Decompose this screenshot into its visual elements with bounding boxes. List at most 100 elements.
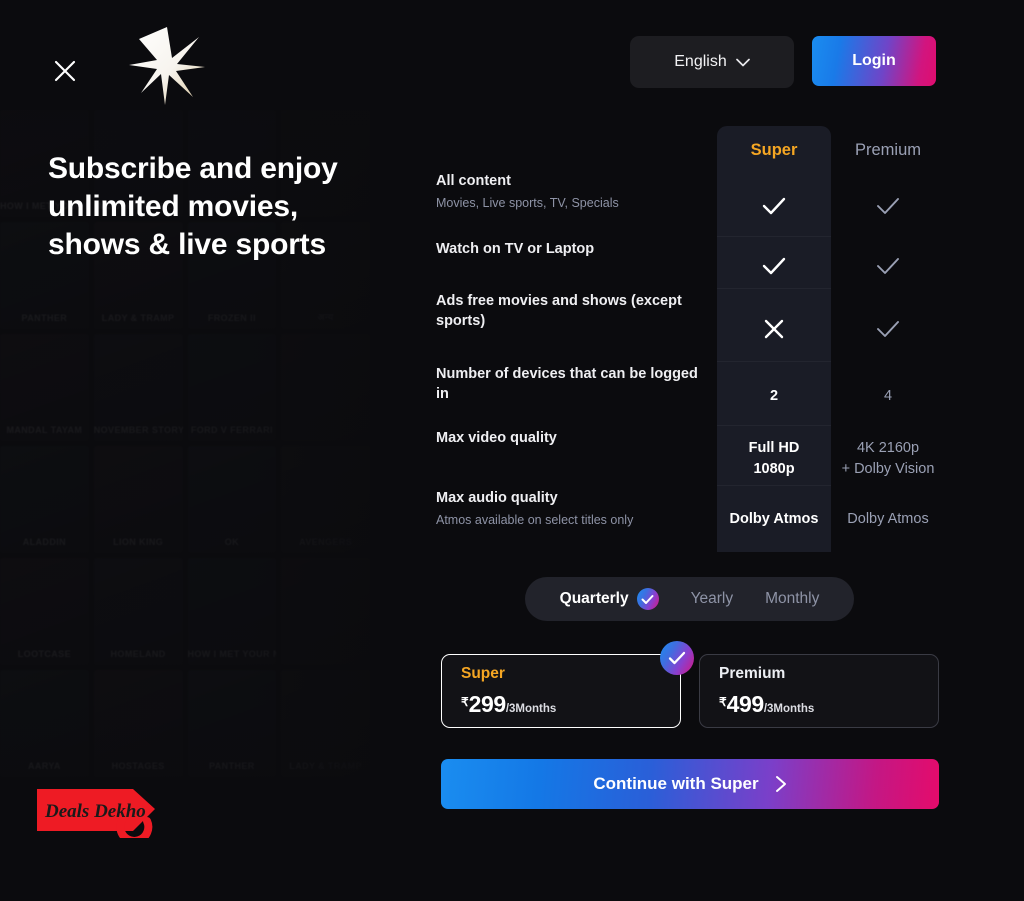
poster-title: OK (224, 537, 240, 547)
cell-premium-row-4: 4K 2160p + Dolby Vision (831, 429, 945, 489)
cell-premium-row-2 (831, 292, 945, 365)
check-icon (877, 258, 899, 274)
close-button[interactable] (48, 54, 82, 88)
cell-premium-row-4-line2: + Dolby Vision (841, 461, 935, 477)
check-circle-icon (636, 588, 659, 610)
feature-title: All content (436, 173, 511, 189)
feature-label-5: Max audio quality Atmos available on sele… (436, 489, 717, 528)
poster-thumbnail (281, 334, 370, 441)
comparison-header-row: Super Premium (436, 130, 956, 172)
poster-title: HOSTAGES (111, 761, 165, 771)
plan-cards: Super ₹299/3Months Premium ₹499/3Months (441, 641, 939, 728)
cell-super-row-4: Full HD 1080p (717, 429, 831, 489)
poster-thumbnail: LOOTCASE (0, 558, 89, 665)
cell-premium-row-3-line1: 4 (883, 388, 893, 405)
feature-title: Max video quality (436, 430, 557, 446)
plan-period: /3Months (505, 702, 557, 715)
feature-label-1: Watch on TV or Laptop (436, 240, 717, 260)
poster-thumbnail: LADY & TRAMP (281, 670, 370, 777)
currency-symbol: ₹ (461, 694, 469, 709)
cell-premium-row-1 (831, 240, 945, 292)
poster-title: ALADDIN (22, 537, 67, 547)
plan-card-premium[interactable]: Premium ₹499/3Months (699, 654, 939, 728)
poster-title: HOMELAND (110, 649, 166, 659)
billing-option-label: Monthly (765, 590, 820, 607)
continue-button[interactable]: Continue with Super (441, 759, 939, 809)
plan-name: Super (461, 665, 505, 682)
plan-amount: 499 (726, 690, 765, 717)
poster-title: AVENGERS (299, 537, 353, 547)
poster-thumbnail: LION KING (93, 446, 183, 553)
cell-super-row-1 (717, 240, 831, 292)
hotstar-star-logo (127, 25, 207, 107)
poster-thumbnail (281, 558, 370, 665)
currency-symbol: ₹ (719, 694, 727, 709)
poster-title: AARYA (27, 761, 61, 771)
poster-title: LADY & TRAMP (101, 313, 175, 323)
feature-label-0: All content Movies, Live sports, TV, Spec… (436, 172, 717, 211)
comparison-row: Ads free movies and shows (except sports… (436, 292, 956, 365)
poster-title: PANTHER (209, 761, 255, 771)
page-title: Subscribe and enjoy unlimited movies, sh… (48, 152, 338, 262)
cell-super-row-0 (717, 172, 831, 240)
close-icon (54, 60, 76, 82)
cell-super-row-3: 2 (717, 365, 831, 429)
plan-period: /3Months (763, 702, 815, 715)
feature-label-2: Ads free movies and shows (except sports… (436, 292, 717, 331)
poster-title: NOVEMBER STORY (93, 425, 183, 435)
poster-thumbnail: MANDAL TAYAM (0, 334, 89, 441)
feature-title: Max audio quality (436, 490, 558, 506)
deals-dekho-watermark: Deals Dekho (33, 783, 183, 845)
poster-title: FROZEN II (207, 313, 256, 323)
billing-option-yearly[interactable]: Yearly (675, 590, 750, 608)
login-label: Login (852, 52, 896, 69)
billing-option-label: Quarterly (559, 590, 629, 607)
column-header-premium: Premium (854, 141, 921, 160)
feature-label-3: Number of devices that can be logged in (436, 365, 717, 404)
comparison-row: Max video quality Full HD 1080p 4K 2160p + D… (436, 429, 956, 489)
poster-title: PANTHER (21, 313, 68, 323)
cell-premium-row-0 (831, 172, 945, 240)
login-button[interactable]: Login (812, 36, 936, 86)
check-icon (877, 320, 899, 337)
plan-name: Premium (719, 665, 786, 682)
check-icon (762, 257, 786, 275)
check-circle-icon (660, 641, 694, 675)
poster-thumbnail: OK (187, 446, 277, 553)
cell-super-row-5-line1: Dolby Atmos (729, 511, 819, 528)
watermark-text: Deals Dekho (44, 801, 146, 822)
cell-premium-row-5-line1: Dolby Atmos (847, 511, 929, 528)
poster-title: LADY & TRAMP (289, 761, 362, 771)
plan-comparison-table: Super Premium All content Movies, Live sp… (436, 126, 956, 552)
plan-price: ₹299/3Months (461, 691, 680, 718)
cell-premium-row-4-line1: 4K 2160p (856, 439, 920, 456)
poster-thumbnail: HOMELAND (93, 558, 183, 665)
feature-title: Watch on TV or Laptop (436, 241, 595, 257)
plan-price: ₹499/3Months (719, 691, 938, 718)
billing-option-monthly[interactable]: Monthly (749, 590, 835, 608)
billing-period-toggle[interactable]: Quarterly Yearly Monthly (525, 577, 854, 621)
plan-card-super[interactable]: Super ₹299/3Months (441, 641, 694, 728)
comparison-row: All content Movies, Live sports, TV, Spec… (436, 172, 956, 240)
cell-premium-row-3: 4 (831, 365, 945, 429)
language-label: English (674, 53, 727, 70)
poster-thumbnail: PANTHER (187, 670, 277, 777)
chevron-down-icon (735, 58, 750, 66)
language-selector[interactable]: English (630, 36, 794, 88)
plan-amount: 299 (468, 690, 507, 717)
feature-subtitle: Movies, Live sports, TV, Specials (436, 195, 619, 210)
poster-title: FORD v FERRARI (190, 425, 273, 435)
poster-thumbnail: NOVEMBER STORY (93, 334, 183, 441)
comparison-row: Watch on TV or Laptop (436, 240, 956, 292)
comparison-row: Max audio quality Atmos available on sele… (436, 489, 956, 551)
poster-thumbnail: FORD v FERRARI (187, 334, 277, 441)
comparison-row: Number of devices that can be logged in 2… (436, 365, 956, 429)
billing-option-label: Yearly (690, 590, 734, 607)
cell-premium-row-5: Dolby Atmos (831, 489, 945, 551)
feature-subtitle: Atmos available on select titles only (436, 512, 634, 527)
feature-title: Ads free movies and shows (except sports… (436, 293, 682, 329)
poster-thumbnail: HOSTAGES (93, 670, 183, 777)
poster-title: how i met your mother (187, 649, 277, 659)
cell-super-row-3-line1: 2 (769, 388, 779, 405)
billing-option-quarterly[interactable]: Quarterly (544, 588, 675, 610)
